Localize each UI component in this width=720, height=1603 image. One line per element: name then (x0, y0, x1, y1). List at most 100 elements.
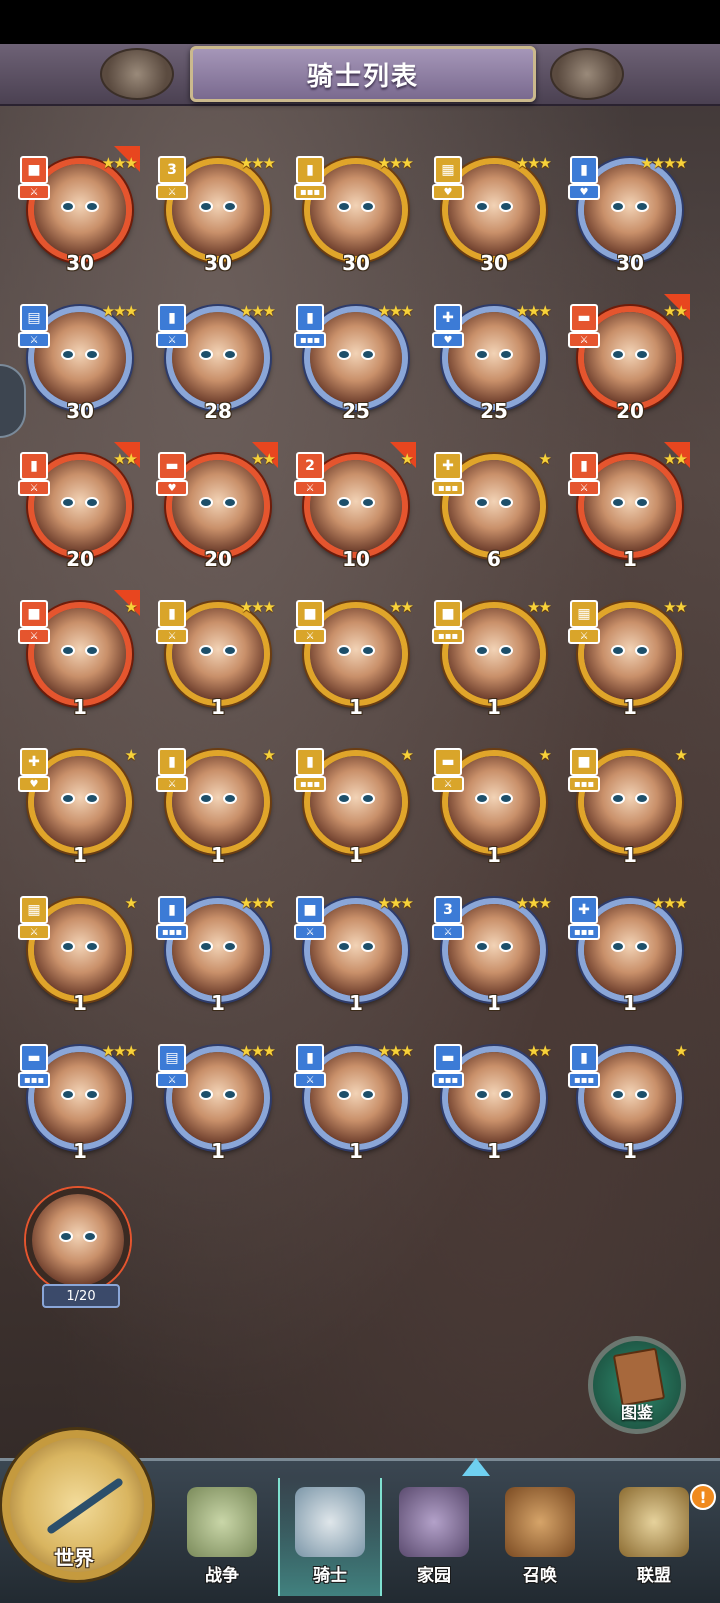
knight-level: 1 (623, 695, 637, 719)
shield-icon: ▪▪▪ (18, 1072, 50, 1088)
knight-card[interactable]: ✚ ♥ ★★★ 25 (432, 298, 552, 423)
knight-card[interactable]: 3 ⚔ ★★★ 1 (432, 890, 552, 1015)
class-badge-icon: ▤ (158, 1044, 186, 1072)
star-rating: ★★★ (377, 1042, 414, 1060)
class-badge-icon: ■ (20, 600, 48, 628)
star-rating: ★★★ (239, 1042, 276, 1060)
knight-level: 1 (623, 843, 637, 867)
heart-icon: ♥ (432, 184, 464, 200)
star-rating: ★★★ (515, 302, 552, 320)
class-badge-icon: ▮ (296, 156, 324, 184)
knight-card[interactable]: ▮ ▪▪▪ ★★★ 30 (294, 150, 414, 275)
shield-icon: ▪▪▪ (568, 924, 600, 940)
class-badge-icon: ✚ (434, 304, 462, 332)
star-rating: ★★★ (377, 302, 414, 320)
knight-card[interactable]: ▬ ▪▪▪ ★★ 1 (432, 1038, 552, 1163)
knight-card[interactable]: ▬ ♥ ★★ 20 (156, 442, 278, 571)
class-badge-icon: ▮ (570, 1044, 598, 1072)
knight-card[interactable]: ▮ ⚔ ★★★ 1 (294, 1038, 414, 1163)
knight-card[interactable]: ▦ ♥ ★★★ 30 (432, 150, 552, 275)
class-badge-icon: ✚ (434, 452, 462, 480)
nav-war[interactable]: 战争 (172, 1478, 272, 1596)
knight-card[interactable]: ▦ ⚔ ★ 1 (18, 890, 138, 1015)
knight-card[interactable]: ▮ ▪▪▪ ★ 1 (294, 742, 414, 867)
star-rating: ★★★ (377, 154, 414, 172)
knight-level: 1 (211, 695, 225, 719)
knight-card[interactable]: ▮ ▪▪▪ ★ 1 (568, 1038, 688, 1163)
knight-card[interactable]: ✚ ▪▪▪ ★★★ 1 (568, 890, 688, 1015)
nav-summon[interactable]: 召唤 (490, 1478, 590, 1596)
star-rating: ★★★ (101, 154, 138, 172)
knight-level: 20 (616, 399, 644, 423)
class-badge-icon: ▮ (570, 452, 598, 480)
knight-card[interactable]: ▮ ⚔ ★★★ 1 (156, 594, 276, 719)
shield-icon: ▪▪▪ (294, 184, 326, 200)
world-compass-button[interactable]: 世界 (2, 1430, 152, 1580)
class-badge-icon: 2 (296, 452, 324, 480)
star-rating: ★★★ (651, 894, 688, 912)
knight-card[interactable]: ✚ ▪▪▪ ★ 6 (432, 446, 552, 571)
knight-card[interactable]: ▮ ⚔ ★★ 20 (18, 442, 140, 571)
fragment-hero-card[interactable]: 1/20 (26, 1188, 132, 1308)
class-badge-icon: ■ (296, 600, 324, 628)
shield-icon: ▪▪▪ (432, 628, 464, 644)
heart-icon: ♥ (432, 332, 464, 348)
class-badge-icon: ▮ (570, 156, 598, 184)
star-rating: ★★ (663, 302, 688, 320)
class-badge-icon: ▮ (158, 896, 186, 924)
knight-level: 30 (66, 399, 94, 423)
star-rating: ★★ (663, 598, 688, 616)
nav-alliance[interactable]: 联盟 (604, 1478, 704, 1596)
knight-card[interactable]: ▬ ⚔ ★★ 20 (568, 294, 690, 423)
knight-card[interactable]: ▤ ⚔ ★★★ 1 (156, 1038, 276, 1163)
knight-card[interactable]: ■ ⚔ ★★ 1 (294, 594, 414, 719)
knight-card[interactable]: ✚ ♥ ★ 1 (18, 742, 138, 867)
knight-card[interactable]: ■ ▪▪▪ ★ 1 (568, 742, 688, 867)
knight-level: 1 (73, 695, 87, 719)
knight-level: 28 (204, 399, 232, 423)
nav-war-label: 战争 (205, 1566, 239, 1586)
castle-icon (619, 1487, 689, 1557)
knight-card[interactable]: ■ ⚔ ★★★ 30 (18, 146, 140, 275)
shield-icon: ▪▪▪ (568, 776, 600, 792)
knight-level: 1 (487, 991, 501, 1015)
nav-summon-label: 召唤 (523, 1566, 557, 1586)
knight-card[interactable]: ▮ ♥ ★★★★ 30 (568, 150, 688, 275)
knight-card[interactable]: ▬ ▪▪▪ ★★★ 1 (18, 1038, 138, 1163)
codex-button[interactable]: 图鉴 (588, 1336, 686, 1434)
knight-card[interactable]: ▦ ⚔ ★★ 1 (568, 594, 688, 719)
knight-card[interactable]: ▮ ▪▪▪ ★★★ 25 (294, 298, 414, 423)
sword-icon: ⚔ (18, 332, 50, 348)
status-bar (0, 0, 720, 44)
nav-knight[interactable]: 骑士 (278, 1478, 382, 1596)
book-icon (612, 1347, 666, 1407)
knight-card[interactable]: ■ ⚔ ★★★ 1 (294, 890, 414, 1015)
knight-level: 1 (211, 991, 225, 1015)
sword-icon: ⚔ (568, 628, 600, 644)
knight-card[interactable]: ▬ ⚔ ★ 1 (432, 742, 552, 867)
nav-home[interactable]: 家园 (384, 1478, 484, 1596)
knight-card[interactable]: ■ ⚔ ★ 1 (18, 590, 140, 719)
class-badge-icon: ■ (20, 156, 48, 184)
knight-level: 30 (342, 251, 370, 275)
class-badge-icon: ▮ (158, 600, 186, 628)
train-icon (505, 1487, 575, 1557)
knight-level: 1 (623, 1139, 637, 1163)
knight-card[interactable]: ▮ ⚔ ★ 1 (156, 742, 276, 867)
star-rating: ★★ (389, 598, 414, 616)
star-rating: ★★★ (377, 894, 414, 912)
class-badge-icon: ■ (296, 896, 324, 924)
knight-card[interactable]: ■ ▪▪▪ ★★ 1 (432, 594, 552, 719)
heart-icon: ♥ (18, 776, 50, 792)
knight-card[interactable]: ▤ ⚔ ★★★ 30 (18, 298, 138, 423)
fragment-progress: 1/20 (42, 1284, 120, 1308)
knight-card[interactable]: ▮ ⚔ ★★ 1 (568, 442, 690, 571)
star-rating: ★★ (251, 450, 276, 468)
knight-card[interactable]: ▮ ▪▪▪ ★★★ 1 (156, 890, 276, 1015)
sword-icon: ⚔ (18, 924, 50, 940)
sword-icon: ⚔ (294, 628, 326, 644)
class-badge-icon: ■ (434, 600, 462, 628)
knight-card[interactable]: ▮ ⚔ ★★★ 28 (156, 298, 276, 423)
knight-card[interactable]: 3 ⚔ ★★★ 30 (156, 150, 276, 275)
knight-card[interactable]: 2 ⚔ ★ 10 (294, 442, 416, 571)
